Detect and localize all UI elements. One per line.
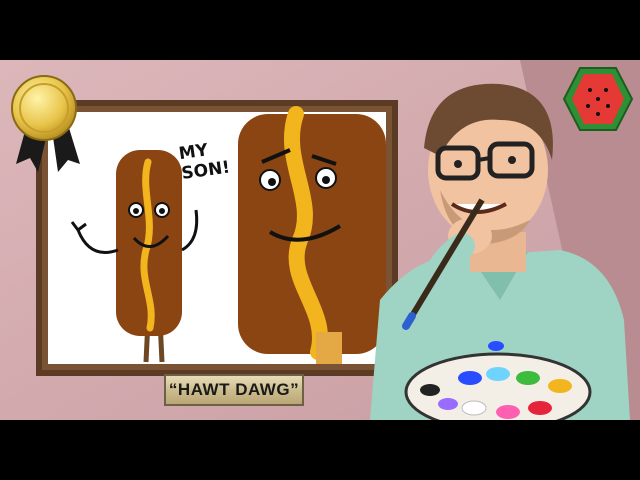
plaque-label: “HAWT DAWG” xyxy=(168,380,300,399)
letterbox-bottom xyxy=(0,420,640,480)
artwork-area xyxy=(0,60,640,420)
title-plaque: “HAWT DAWG” xyxy=(164,374,304,406)
letterbox-top xyxy=(0,0,640,60)
big-hotdog-doodle xyxy=(238,106,386,364)
watermelon-logo-icon xyxy=(562,67,634,131)
thumbnail-scene: MY SON! “HAWT DAWG” xyxy=(0,0,640,480)
speech-doodle-text: MY SON! xyxy=(177,140,232,184)
